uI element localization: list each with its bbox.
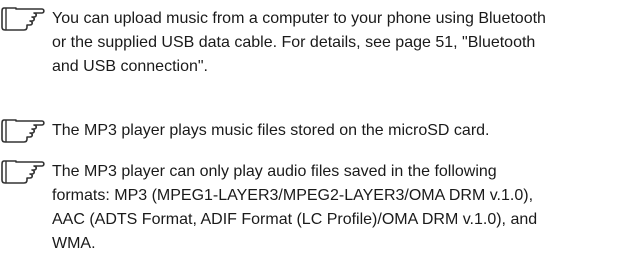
note-text: The MP3 player can only play audio files… <box>52 163 538 252</box>
note-text: You can upload music from a computer to … <box>52 10 546 75</box>
pointing-hand-icon <box>1 7 45 31</box>
note-text: The MP3 player plays music files stored … <box>52 122 490 139</box>
pointing-hand-icon <box>1 119 45 143</box>
pointing-hand-icon <box>1 160 45 184</box>
